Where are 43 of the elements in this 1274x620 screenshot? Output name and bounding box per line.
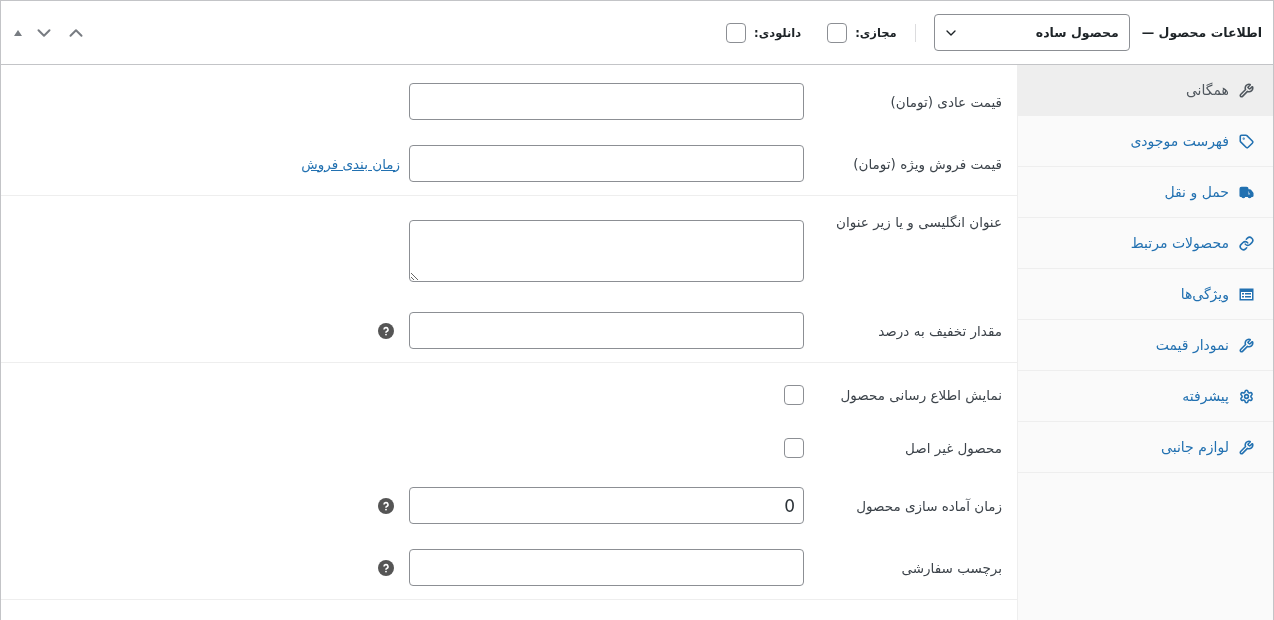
help-icon[interactable] — [378, 322, 394, 339]
sidebar-tab[interactable]: حمل و نقل — [1018, 167, 1273, 218]
text-field[interactable] — [409, 83, 804, 120]
field-label: نمایش اطلاع رسانی محصول — [839, 387, 1002, 403]
sidebar-tab[interactable]: ویژگی‌ها — [1018, 269, 1273, 320]
sidebar-tab[interactable]: نمودار قیمت — [1018, 320, 1273, 371]
sidebar-tab[interactable]: لوازم جانبی — [1018, 422, 1273, 473]
field-label: محصول غیر اصل — [903, 440, 1002, 456]
schedule-link[interactable]: زمان بندی فروش — [301, 155, 400, 172]
text-field[interactable] — [409, 549, 804, 586]
list-window-icon — [1239, 287, 1254, 301]
option-checkbox[interactable] — [726, 22, 747, 43]
wrench-icon — [1239, 337, 1254, 353]
link-icon — [1239, 235, 1254, 251]
help-icon[interactable] — [378, 559, 394, 576]
option-label: مجازی: — [855, 25, 897, 40]
text-field[interactable] — [409, 312, 804, 349]
product-type-select[interactable]: محصول ساده — [933, 14, 1130, 51]
field-label: مقدار تخفیف به درصد — [877, 322, 1002, 339]
sidebar-tab[interactable]: پیشرفته — [1018, 371, 1273, 422]
toggle-triangle-icon[interactable] — [13, 28, 23, 37]
truck-icon — [1239, 184, 1254, 200]
text-area[interactable] — [409, 219, 804, 282]
checkbox[interactable] — [784, 385, 804, 405]
option-label: دانلودی: — [754, 25, 802, 40]
field-label: برچسب سفارشی — [900, 559, 1002, 576]
text-field[interactable] — [409, 145, 804, 182]
sidebar-tab[interactable]: محصولات مرتبط — [1018, 218, 1273, 269]
gear-icon — [1239, 388, 1254, 404]
field-label: قیمت عادی (تومان) — [889, 93, 1002, 110]
wrench-icon — [1239, 82, 1254, 98]
sidebar-tab[interactable]: فهرست موجودی — [1018, 116, 1273, 167]
field-label: قیمت فروش ویژه (تومان) — [852, 155, 1002, 172]
help-icon[interactable] — [378, 497, 394, 514]
option-checkbox[interactable] — [827, 22, 848, 43]
field-label: زمان آماده سازی محصول — [855, 497, 1002, 514]
tag-icon — [1239, 133, 1254, 149]
panel-title: اطلاعات محصول — — [1141, 25, 1262, 40]
sidebar-tab[interactable]: همگانی — [1018, 65, 1273, 116]
field-label: عنوان انگلیسی و یا زیر عنوان — [835, 213, 1002, 230]
wrench-icon — [1239, 439, 1254, 455]
checkbox[interactable] — [784, 438, 804, 458]
text-field[interactable]: 0 — [409, 487, 804, 524]
